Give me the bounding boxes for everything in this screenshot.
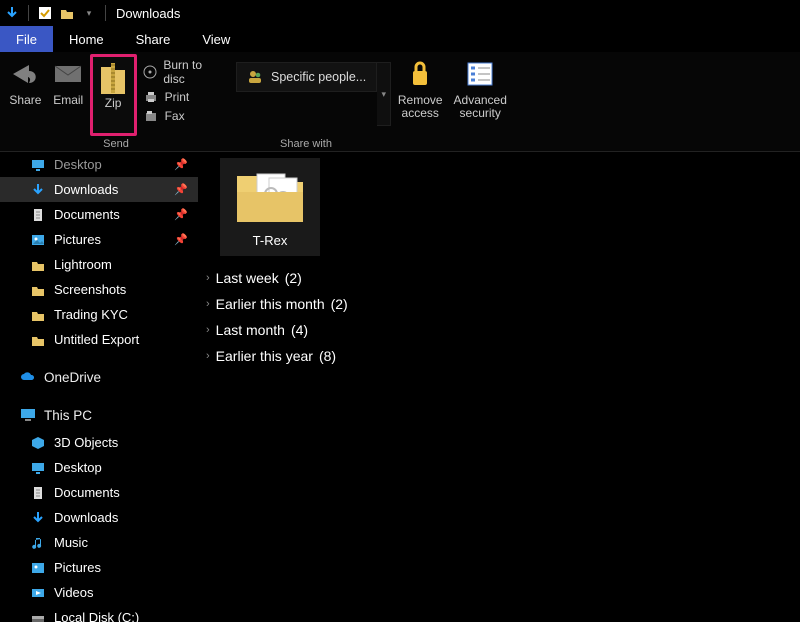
fax-icon xyxy=(143,108,159,124)
group-last-month[interactable]: › Last month (4) xyxy=(206,322,800,338)
sidebar-item-documents-qa[interactable]: Documents 📌 xyxy=(0,202,198,227)
download-icon xyxy=(30,510,46,526)
group-earlier-this-month[interactable]: › Earlier this month (2) xyxy=(206,296,800,312)
folder-icon xyxy=(30,307,46,323)
sidebar-item-onedrive[interactable]: OneDrive xyxy=(0,362,198,392)
checklist-icon xyxy=(464,58,496,90)
chevron-right-icon: › xyxy=(206,324,210,336)
sidebar-item-tradingkyc[interactable]: Trading KYC xyxy=(0,302,198,327)
download-icon xyxy=(30,182,46,198)
share-icon xyxy=(9,58,41,90)
videos-icon xyxy=(30,585,46,601)
chevron-right-icon: › xyxy=(206,272,210,284)
email-icon xyxy=(52,58,84,90)
thispc-icon xyxy=(20,407,36,423)
folder-icon xyxy=(30,257,46,273)
print-button[interactable]: Print xyxy=(143,89,222,105)
desktop-icon xyxy=(30,157,46,173)
pictures-icon xyxy=(30,232,46,248)
specific-people-button[interactable]: Specific people... xyxy=(236,62,377,92)
separator xyxy=(105,5,106,21)
sidebar-item-downloads-qa[interactable]: Downloads 📌 xyxy=(0,177,198,202)
sidebar-item-pictures-qa[interactable]: Pictures 📌 xyxy=(0,227,198,252)
qa-dropdown-icon[interactable]: ▾ xyxy=(81,5,97,21)
sidebar-item-music[interactable]: Music xyxy=(0,530,198,555)
group-earlier-this-year[interactable]: › Earlier this year (8) xyxy=(206,348,800,364)
folder-icon xyxy=(30,332,46,348)
chevron-right-icon: › xyxy=(206,350,210,362)
sidebar-item-screenshots[interactable]: Screenshots xyxy=(0,277,198,302)
pin-icon: 📌 xyxy=(174,183,188,196)
zip-button[interactable]: Zip xyxy=(90,54,137,136)
3dobjects-icon xyxy=(30,435,46,451)
tab-share[interactable]: Share xyxy=(120,26,187,52)
print-icon xyxy=(143,89,159,105)
window-title: Downloads xyxy=(116,6,180,21)
sidebar-item-desktop-qa[interactable]: Desktop 📌 xyxy=(0,152,198,177)
sharewith-gallery-dropdown[interactable]: ▾ xyxy=(377,62,391,126)
drive-icon xyxy=(30,610,46,622)
sidebar-item-videos[interactable]: Videos xyxy=(0,580,198,605)
separator xyxy=(28,5,29,21)
sidebar-item-3dobjects[interactable]: 3D Objects xyxy=(0,430,198,455)
ribbon-group-send: Share Email Zip Burn to disc xyxy=(0,52,232,151)
sidebar-item-documents[interactable]: Documents xyxy=(0,480,198,505)
title-bar: ▾ Downloads xyxy=(0,0,800,26)
desktop-icon xyxy=(30,460,46,476)
music-icon xyxy=(30,535,46,551)
sidebar-item-downloads[interactable]: Downloads xyxy=(0,505,198,530)
group-label-sharewith: Share with xyxy=(236,136,796,151)
sidebar-item-pictures[interactable]: Pictures xyxy=(0,555,198,580)
tab-home[interactable]: Home xyxy=(53,26,120,52)
sidebar-item-untitledexport[interactable]: Untitled Export xyxy=(0,327,198,352)
group-last-week[interactable]: › Last week (2) xyxy=(206,270,800,286)
sidebar-item-desktop[interactable]: Desktop xyxy=(0,455,198,480)
onedrive-icon xyxy=(20,369,36,385)
lock-icon xyxy=(404,58,436,90)
fax-button[interactable]: Fax xyxy=(143,108,222,124)
sidebar-item-lightroom[interactable]: Lightroom xyxy=(0,252,198,277)
pin-icon: 📌 xyxy=(174,233,188,246)
qa-properties-icon[interactable] xyxy=(37,5,53,21)
sidebar-item-localdisk-c[interactable]: Local Disk (C:) xyxy=(0,605,198,622)
people-icon xyxy=(247,69,263,85)
folder-name: T-Rex xyxy=(224,233,316,248)
sidebar-item-thispc[interactable]: This PC xyxy=(0,400,198,430)
tab-view[interactable]: View xyxy=(186,26,246,52)
folder-item[interactable]: T-Rex xyxy=(220,158,320,256)
chevron-right-icon: › xyxy=(206,298,210,310)
qa-newfolder-icon[interactable] xyxy=(59,5,75,21)
document-icon xyxy=(30,485,46,501)
pin-icon: 📌 xyxy=(174,208,188,221)
share-button[interactable]: Share xyxy=(4,54,47,136)
remove-access-button[interactable]: Removeaccess xyxy=(391,54,449,136)
document-icon xyxy=(30,207,46,223)
download-arrow-icon xyxy=(4,5,20,21)
email-button[interactable]: Email xyxy=(47,54,90,136)
folder-icon xyxy=(30,282,46,298)
ribbon: Share Email Zip Burn to disc xyxy=(0,52,800,152)
folder-large-icon xyxy=(231,214,309,229)
advanced-security-button[interactable]: Advancedsecurity xyxy=(449,54,511,136)
pin-icon: 📌 xyxy=(174,158,188,171)
burn-to-disc-button[interactable]: Burn to disc xyxy=(143,58,222,86)
disc-icon xyxy=(143,64,158,80)
tab-file[interactable]: File xyxy=(0,26,53,52)
ribbon-tabs: File Home Share View xyxy=(0,26,800,52)
content-pane[interactable]: T-Rex › Last week (2) › Earlier this mon… xyxy=(198,152,800,622)
zip-icon xyxy=(97,61,129,93)
ribbon-group-sharewith: Specific people... ▾ Removeaccess Advanc… xyxy=(232,52,800,151)
pictures-icon xyxy=(30,560,46,576)
group-label-send: Send xyxy=(4,136,228,151)
nav-sidebar[interactable]: Desktop 📌 Downloads 📌 Documents 📌 Pictur… xyxy=(0,152,198,622)
